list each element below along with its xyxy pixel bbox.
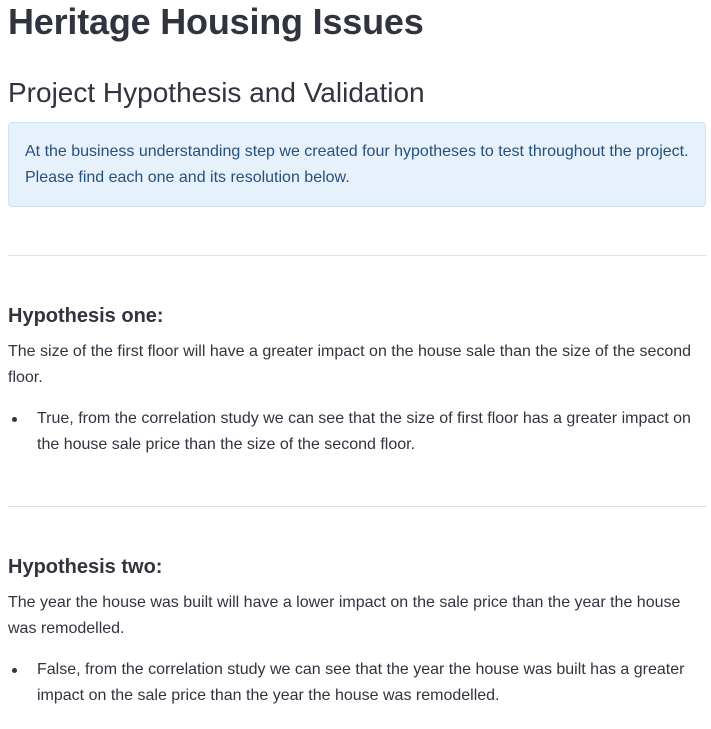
hypothesis-one-resolution-item: True, from the correlation study we can …: [8, 406, 706, 458]
section-title: Project Hypothesis and Validation: [8, 77, 425, 108]
hypothesis-two-resolution-item: False, from the correlation study we can…: [8, 657, 706, 709]
info-alert-text: At the business understanding step we cr…: [25, 143, 689, 186]
divider: [8, 506, 706, 507]
hypothesis-two-resolution: False, from the correlation study we can…: [37, 661, 685, 704]
hypothesis-two-statement: The year the house was built will have a…: [8, 594, 681, 637]
bullet-icon: [12, 417, 17, 422]
hypothesis-two-heading: Hypothesis two:: [8, 556, 163, 578]
hypothesis-one-statement: The size of the first floor will have a …: [8, 343, 692, 386]
hypothesis-one-resolution: True, from the correlation study we can …: [37, 410, 691, 453]
main-content: Heritage Housing Issues Project Hypothes…: [0, 0, 711, 729]
bullet-icon: [12, 668, 17, 673]
hypothesis-one-heading: Hypothesis one:: [8, 305, 164, 327]
info-alert: At the business understanding step we cr…: [8, 122, 706, 207]
divider: [8, 255, 706, 256]
app-title: Heritage Housing Issues: [8, 1, 424, 42]
